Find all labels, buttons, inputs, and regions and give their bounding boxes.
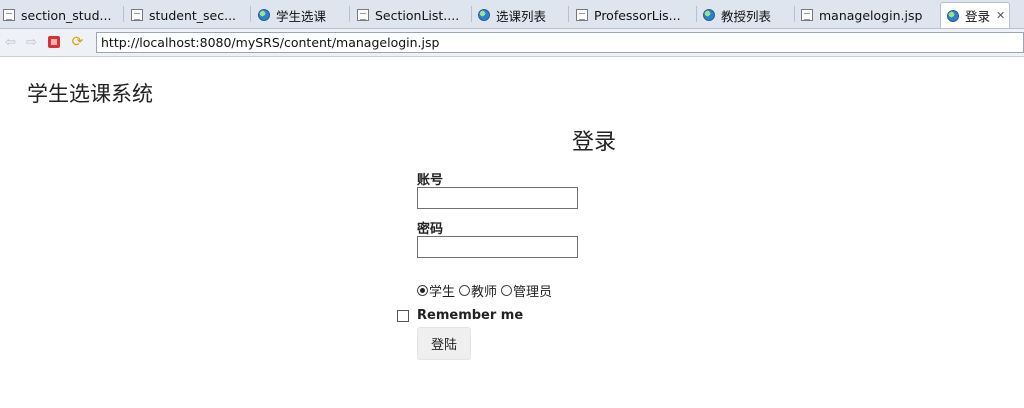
site-title: 学生选课系统 [27,82,153,106]
tab-label: 教授列表 [721,8,772,24]
tab-label: 登录 [965,9,991,24]
login-button[interactable]: 登陆 [417,327,471,360]
forward-arrow-icon[interactable]: ⇨ [24,35,39,50]
tab-student-sec[interactable]: student_sec... [131,2,246,28]
role-teacher-option[interactable]: 教师 [459,281,497,300]
tab-managelogin[interactable]: managelogin.jsp [801,2,934,28]
globe-icon [703,9,715,21]
tab-sectionlist[interactable]: SectionList.... [357,2,469,28]
role-label: 管理员 [513,285,553,300]
radio-student[interactable] [417,285,428,296]
password-label: 密码 [417,222,444,237]
tab-label: 学生选课 [276,8,327,24]
document-icon [801,9,813,21]
tab-label: 选课列表 [496,8,547,24]
tab-section-stud[interactable]: section_stud... [3,2,118,28]
password-input[interactable] [417,236,578,258]
tab-label: SectionList.... [375,7,460,23]
tab-student-course[interactable]: 学生选课 [258,2,353,28]
document-icon [576,9,588,21]
address-bar[interactable]: http://localhost:8080/mySRS/content/mana… [96,32,1024,53]
account-input[interactable] [417,187,578,209]
close-icon[interactable]: ✕ [996,9,1005,22]
globe-icon [947,9,959,22]
browser-tab-bar: section_stud... student_sec... 学生选课 Sect… [0,0,1024,29]
tab-professor-list[interactable]: 教授列表 [703,2,795,28]
document-icon [357,9,369,21]
globe-icon [258,9,270,21]
tab-login-active[interactable]: 登录 ✕ [940,2,1010,28]
document-icon [3,9,15,21]
tab-label: section_stud... [21,7,112,23]
role-label: 教师 [471,285,498,300]
back-arrow-icon[interactable]: ⇦ [3,35,18,50]
remember-label: Remember me [417,308,524,323]
role-label: 学生 [429,285,456,300]
radio-teacher[interactable] [459,285,471,296]
tab-professorlist[interactable]: ProfessorLis... [576,2,692,28]
tab-course-list[interactable]: 选课列表 [478,2,570,28]
radio-admin[interactable] [501,285,513,296]
document-icon [131,9,143,21]
remember-me[interactable]: Remember me [397,308,523,323]
tab-label: ProfessorLis... [594,7,681,23]
account-label: 账号 [417,173,444,188]
login-heading: 登录 [572,130,617,155]
role-student-option[interactable]: 学生 [417,281,455,300]
browser-nav-bar: ⇦ ⇨ ⟳ http://localhost:8080/mySRS/conten… [0,29,1024,57]
stop-icon[interactable] [48,36,60,48]
remember-checkbox[interactable] [397,309,409,322]
tab-label: student_sec... [149,7,237,23]
role-selector: 学生 教师 管理员 [417,281,556,300]
role-admin-option[interactable]: 管理员 [501,281,552,300]
refresh-icon[interactable]: ⟳ [70,35,85,50]
globe-icon [478,9,490,21]
tab-label: managelogin.jsp [819,7,923,23]
